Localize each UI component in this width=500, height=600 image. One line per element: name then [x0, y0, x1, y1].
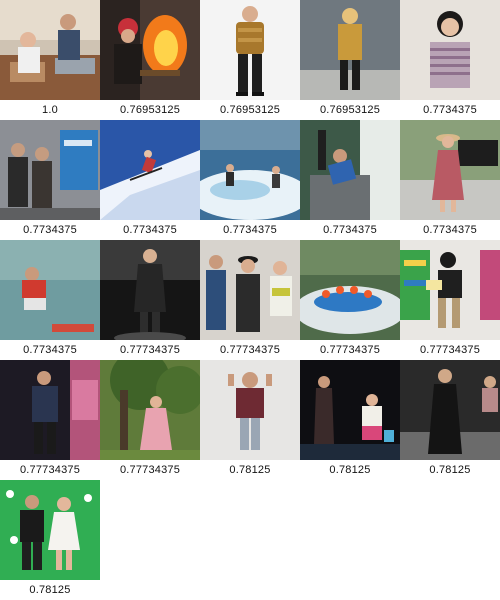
score-label: 0.77734375	[19, 464, 81, 476]
score-label: 0.78125	[329, 464, 371, 476]
thumbnail-image[interactable]	[300, 0, 400, 100]
result-item[interactable]: 0.78125	[200, 360, 300, 480]
result-item[interactable]: 0.78125	[0, 480, 100, 600]
thumbnail-image[interactable]	[300, 360, 400, 460]
thumbnail-image[interactable]	[100, 360, 200, 460]
thumbnail-image[interactable]	[200, 0, 300, 100]
result-item[interactable]: 0.7734375	[400, 120, 500, 240]
thumbnail-image[interactable]	[0, 360, 100, 460]
score-label: 0.7734375	[223, 224, 277, 236]
score-label: 0.77734375	[119, 464, 181, 476]
result-item[interactable]: 0.7734375	[400, 0, 500, 120]
thumbnail-image[interactable]	[400, 240, 500, 340]
result-item[interactable]: 0.78125	[300, 360, 400, 480]
thumbnail-image[interactable]	[300, 240, 400, 340]
thumbnail-image[interactable]	[400, 0, 500, 100]
score-label: 0.76953125	[319, 104, 381, 116]
score-label: 0.78125	[229, 464, 271, 476]
result-item[interactable]: 0.7734375	[0, 120, 100, 240]
result-item[interactable]: 1.0	[0, 0, 100, 120]
score-label: 0.77734375	[419, 344, 481, 356]
thumbnail-image[interactable]	[100, 120, 200, 220]
thumbnail-image[interactable]	[0, 240, 100, 340]
result-item[interactable]: 0.77734375	[100, 360, 200, 480]
thumbnail-image[interactable]	[400, 360, 500, 460]
score-label: 0.77734375	[219, 344, 281, 356]
thumbnail-image[interactable]	[300, 120, 400, 220]
thumbnail-image[interactable]	[100, 240, 200, 340]
result-item[interactable]: 0.77734375	[300, 240, 400, 360]
thumbnail-image[interactable]	[200, 120, 300, 220]
score-label: 0.78125	[29, 584, 71, 596]
score-label: 0.7734375	[23, 344, 77, 356]
score-label: 0.7734375	[123, 224, 177, 236]
result-item[interactable]: 0.77734375	[200, 240, 300, 360]
score-label: 0.77734375	[119, 344, 181, 356]
thumbnail-image[interactable]	[200, 360, 300, 460]
result-item[interactable]: 0.7734375	[100, 120, 200, 240]
result-item[interactable]: 0.76953125	[200, 0, 300, 120]
result-item[interactable]: 0.7734375	[200, 120, 300, 240]
score-label: 0.76953125	[219, 104, 281, 116]
score-label: 0.78125	[429, 464, 471, 476]
score-label: 0.7734375	[323, 224, 377, 236]
score-label: 0.7734375	[423, 224, 477, 236]
thumbnail-image[interactable]	[0, 480, 100, 580]
result-item[interactable]: 0.77734375	[100, 240, 200, 360]
thumbnail-image[interactable]	[400, 120, 500, 220]
results-grid: 1.0 0.76953125 0.76953125 0.76953125 0.7…	[0, 0, 500, 600]
thumbnail-image[interactable]	[0, 0, 100, 100]
thumbnail-image[interactable]	[0, 120, 100, 220]
result-item[interactable]: 0.77734375	[0, 360, 100, 480]
result-item[interactable]: 0.76953125	[100, 0, 200, 120]
result-item[interactable]: 0.7734375	[300, 120, 400, 240]
result-item[interactable]: 0.77734375	[400, 240, 500, 360]
result-item[interactable]: 0.7734375	[0, 240, 100, 360]
score-label: 0.76953125	[119, 104, 181, 116]
score-label: 0.7734375	[423, 104, 477, 116]
thumbnail-image[interactable]	[100, 0, 200, 100]
score-label: 0.77734375	[319, 344, 381, 356]
score-label: 1.0	[42, 104, 58, 116]
result-item[interactable]: 0.76953125	[300, 0, 400, 120]
score-label: 0.7734375	[23, 224, 77, 236]
result-item[interactable]: 0.78125	[400, 360, 500, 480]
thumbnail-image[interactable]	[200, 240, 300, 340]
